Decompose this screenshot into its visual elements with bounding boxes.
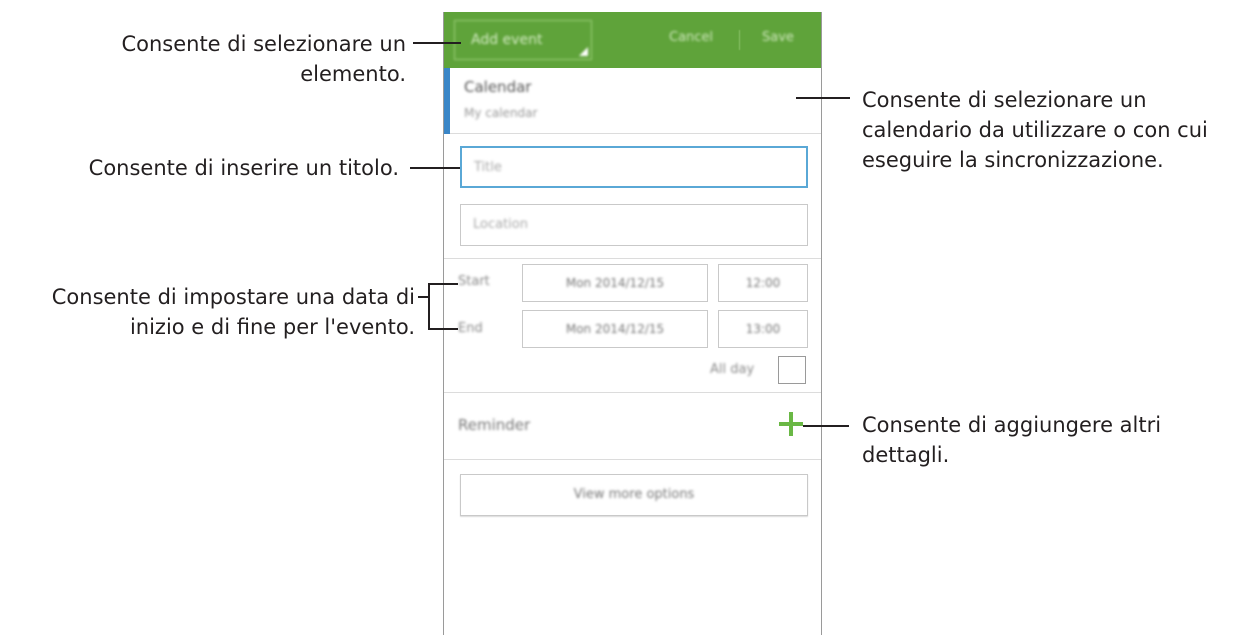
end-label: End — [458, 321, 483, 336]
title-input[interactable]: Title — [460, 146, 808, 188]
all-day-checkbox[interactable] — [778, 356, 806, 384]
location-input[interactable]: Location — [460, 204, 808, 246]
callout-enter-title: Consente di inserire un titolo. — [88, 156, 399, 180]
divider — [444, 258, 821, 259]
calendar-selector[interactable]: Calendar My calendar — [444, 68, 821, 134]
end-time-value: 13:00 — [745, 322, 781, 336]
start-date-value: Mon 2014/12/15 — [565, 276, 665, 290]
start-time-value: 12:00 — [745, 276, 781, 290]
callout-bracket — [428, 283, 458, 285]
calendar-color-indicator — [444, 68, 450, 134]
plus-icon[interactable] — [779, 412, 803, 436]
location-placeholder: Location — [473, 217, 528, 232]
callout-line — [796, 97, 850, 99]
start-label: Start — [458, 274, 490, 289]
calendar-value: My calendar — [464, 106, 538, 120]
start-date-field[interactable]: Mon 2014/12/15 — [522, 264, 708, 302]
calendar-label: Calendar — [464, 78, 532, 96]
end-time-field[interactable]: 13:00 — [718, 310, 808, 348]
reminder-label: Reminder — [458, 416, 531, 434]
start-time-field[interactable]: 12:00 — [718, 264, 808, 302]
all-day-label: All day — [710, 362, 755, 377]
callout-set-dates: Consente di impostare una data di inizio… — [51, 285, 415, 339]
end-date-field[interactable]: Mon 2014/12/15 — [522, 310, 708, 348]
save-button[interactable]: Save — [762, 30, 794, 45]
phone-screen: Add event Cancel Save Calendar My calend… — [443, 12, 822, 635]
appbar-divider — [739, 30, 740, 50]
callout-line — [413, 42, 461, 44]
callout-line — [803, 425, 849, 427]
view-more-options-button[interactable]: View more options — [460, 474, 808, 516]
cancel-button[interactable]: Cancel — [669, 30, 713, 45]
add-event-label: Add event — [471, 32, 543, 48]
callout-line — [410, 167, 460, 169]
callout-bracket — [428, 283, 430, 330]
title-placeholder: Title — [474, 160, 502, 175]
callout-bracket — [428, 328, 458, 330]
dropdown-caret-icon — [579, 47, 588, 56]
divider — [444, 459, 821, 460]
callout-select-item: Consente di selezionare un elemento. — [121, 32, 406, 86]
divider — [444, 392, 821, 393]
callout-add-details: Consente di aggiungere altri dettagli. — [862, 413, 1162, 467]
callout-select-calendar: Consente di selezionare un calendario da… — [862, 88, 1208, 172]
view-more-options-label: View more options — [573, 487, 695, 502]
app-bar: Add event Cancel Save — [444, 12, 821, 68]
add-event-dropdown[interactable]: Add event — [454, 20, 592, 60]
callout-line — [418, 296, 428, 298]
end-date-value: Mon 2014/12/15 — [565, 322, 665, 336]
